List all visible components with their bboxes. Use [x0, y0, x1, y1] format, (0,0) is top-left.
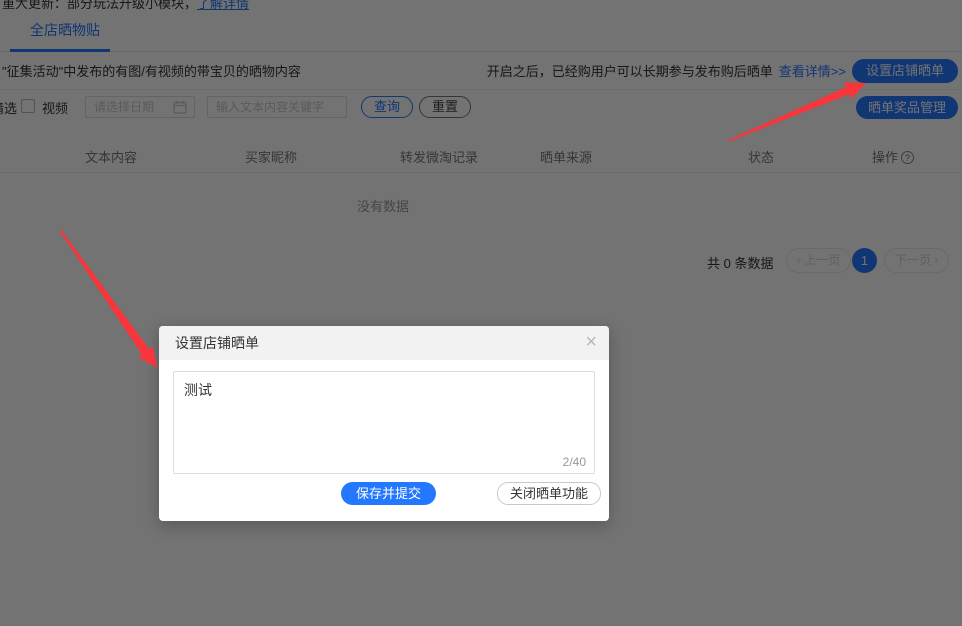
save-submit-button[interactable]: 保存并提交 [341, 482, 436, 505]
modal-overlay-mask [0, 0, 962, 626]
review-posts-admin-page: 重大更新：部分玩法升级小模块，了解详情 全店晒物贴 "征集活动"中发布的有图/有… [0, 0, 962, 626]
setup-shop-review-modal: 设置店铺晒单 × 测试 2/40 保存并提交 关闭晒单功能 [159, 326, 609, 521]
review-text-field[interactable]: 测试 [174, 372, 594, 473]
close-icon[interactable]: × [585, 326, 597, 358]
review-text-field-wrap: 测试 2/40 [173, 371, 595, 474]
modal-header: 设置店铺晒单 × [159, 326, 609, 360]
modal-title: 设置店铺晒单 [175, 326, 259, 360]
char-counter: 2/40 [563, 455, 586, 469]
close-feature-button[interactable]: 关闭晒单功能 [497, 482, 601, 505]
